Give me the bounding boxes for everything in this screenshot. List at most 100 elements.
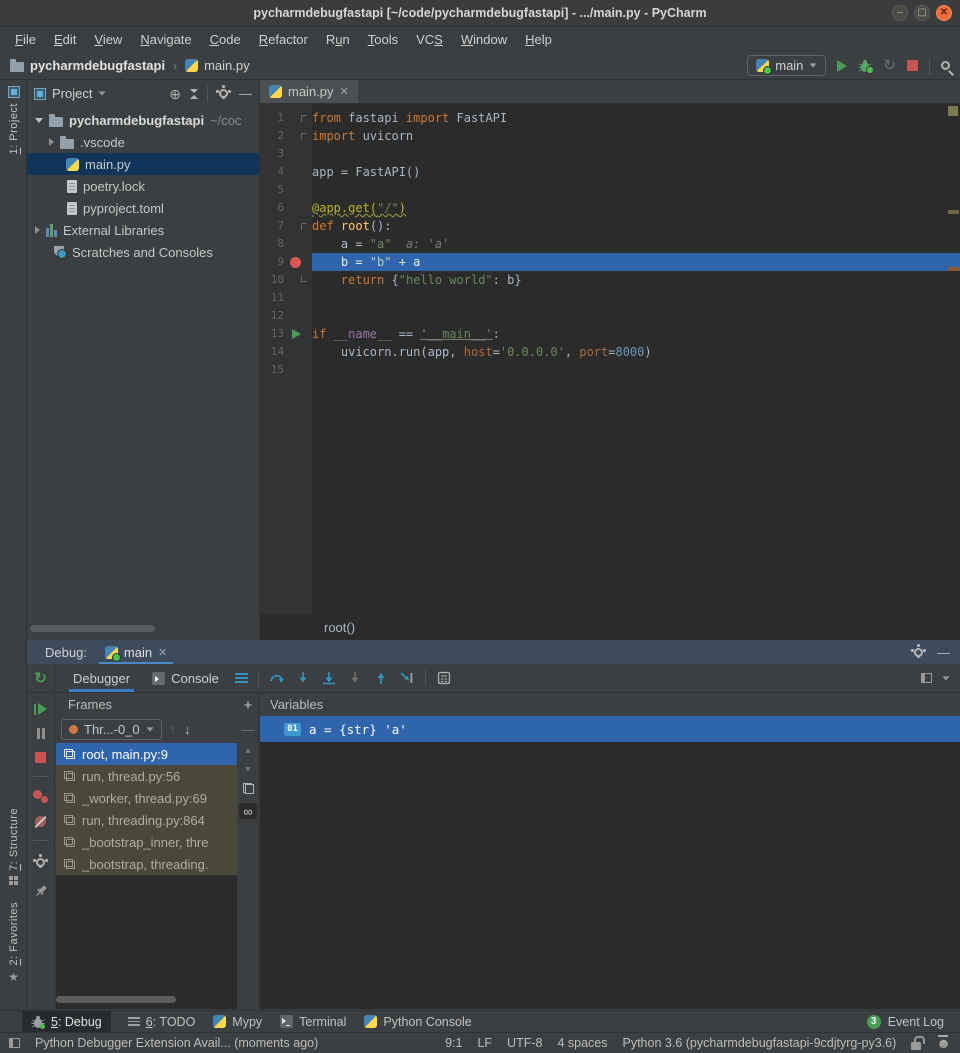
frame-row[interactable]: _worker, thread.py:69 — [56, 787, 237, 809]
run-button[interactable] — [837, 60, 847, 72]
toolwindow-debug[interactable]: 5: Debug — [22, 1011, 111, 1032]
inspection-status-icon[interactable] — [948, 106, 958, 116]
breadcrumb-project[interactable]: pycharmdebugfastapi — [30, 58, 165, 73]
stop-button[interactable] — [907, 60, 918, 71]
status-message[interactable]: Python Debugger Extension Avail... (mome… — [35, 1036, 318, 1050]
step-into-button[interactable] — [295, 670, 311, 686]
interpreter[interactable]: Python 3.6 (pycharmdebugfastapi-9cdjtyrg… — [623, 1036, 897, 1050]
close-icon[interactable]: ✕ — [158, 646, 167, 659]
add-watch-button[interactable]: + — [244, 698, 253, 713]
menu-refactor[interactable]: Refactor — [250, 32, 317, 47]
breadcrumb-file[interactable]: main.py — [204, 58, 250, 73]
tree-row-poetry-lock[interactable]: poetry.lock — [27, 175, 259, 197]
show-return-values-toggle[interactable]: ∞ — [239, 803, 257, 819]
menu-navigate[interactable]: Navigate — [131, 32, 200, 47]
stop-button[interactable] — [35, 752, 46, 763]
menu-window[interactable]: Window — [452, 32, 516, 47]
sidebar-item-project[interactable]: 1: Project — [0, 86, 27, 154]
breadcrumb-function[interactable]: root() — [324, 620, 355, 635]
next-frame-button[interactable]: ↓ — [184, 722, 191, 737]
sidebar-item-structure[interactable]: 7: Structure — [0, 808, 27, 885]
evaluate-expression-button[interactable] — [436, 670, 452, 686]
move-down-button[interactable]: ▼ — [244, 764, 253, 774]
gear-icon[interactable] — [914, 648, 923, 657]
indent-style[interactable]: 4 spaces — [557, 1036, 607, 1050]
gutter[interactable] — [284, 253, 312, 271]
code-editor[interactable]: 1from fastapi import FastAPI 2import uvi… — [260, 104, 960, 614]
tree-row-project-root[interactable]: pycharmdebugfastapi ~/coc — [27, 109, 259, 131]
tree-row-pyproject-toml[interactable]: pyproject.toml — [27, 197, 259, 219]
tab-console[interactable]: Console — [148, 664, 223, 692]
menu-tools[interactable]: Tools — [359, 32, 407, 47]
run-to-cursor-button[interactable] — [399, 670, 415, 686]
frame-row[interactable]: root, main.py:9 — [56, 743, 237, 765]
duplicate-watch-icon[interactable] — [243, 783, 254, 794]
run-configuration-select[interactable]: main — [747, 55, 826, 76]
toolwindow-mypy[interactable]: Mypy — [204, 1011, 271, 1032]
warning-stripe-mark[interactable] — [948, 210, 959, 214]
frame-row[interactable]: run, thread.py:56 — [56, 765, 237, 787]
pin-icon[interactable] — [34, 884, 48, 898]
caret-position[interactable]: 9:1 — [445, 1036, 462, 1050]
expanded-arrow-icon[interactable] — [35, 118, 43, 123]
line-separator[interactable]: LF — [477, 1036, 492, 1050]
step-into-my-code-button[interactable] — [321, 670, 337, 686]
tree-row-scratches[interactable]: Scratches and Consoles — [27, 241, 259, 263]
search-button[interactable] — [941, 61, 950, 70]
lock-icon[interactable] — [911, 1042, 921, 1050]
horizontal-scrollbar[interactable] — [56, 996, 176, 1003]
debug-button[interactable] — [858, 59, 872, 73]
fold-marker-icon[interactable] — [301, 223, 307, 230]
menu-view[interactable]: View — [85, 32, 131, 47]
view-breakpoints-button[interactable] — [33, 790, 48, 803]
layout-settings-icon[interactable] — [921, 673, 932, 683]
toolwindow-todo[interactable]: 6: TODO — [119, 1011, 205, 1032]
frame-row[interactable]: _bootstrap_inner, thre — [56, 831, 237, 853]
rerun-button[interactable]: ↻ — [34, 671, 47, 686]
coverage-button[interactable]: ↻ — [883, 58, 896, 73]
close-icon[interactable]: ✕ — [340, 85, 349, 98]
step-out-button[interactable] — [373, 670, 389, 686]
move-up-button[interactable]: ▲ — [244, 745, 253, 755]
fold-marker-icon[interactable] — [301, 275, 307, 282]
event-log-button[interactable]: 3 Event Log — [867, 1015, 960, 1029]
debug-session-tab[interactable]: main ✕ — [99, 640, 173, 664]
fold-marker-icon[interactable] — [301, 133, 307, 140]
tree-row-main-py[interactable]: main.py — [27, 153, 259, 175]
gutter[interactable] — [284, 271, 312, 289]
collapse-all-icon[interactable] — [190, 89, 198, 99]
force-step-into-button[interactable] — [347, 670, 363, 686]
hide-panel-button[interactable]: — — [937, 645, 950, 660]
sidebar-item-favorites[interactable]: 2: Favorites ★ — [0, 902, 27, 984]
tree-row-vscode[interactable]: .vscode — [27, 131, 259, 153]
toolwindow-python-console[interactable]: Python Console — [355, 1011, 480, 1032]
previous-frame-button[interactable]: ↑ — [170, 722, 177, 737]
breakpoint-icon[interactable] — [290, 257, 301, 268]
gutter[interactable] — [284, 127, 312, 145]
menu-help[interactable]: Help — [516, 32, 561, 47]
project-panel-title[interactable]: Project — [52, 86, 92, 101]
frame-row[interactable]: run, threading.py:864 — [56, 809, 237, 831]
hide-panel-button[interactable]: — — [239, 86, 252, 101]
variable-row[interactable]: 01 a = {str} 'a' — [260, 716, 960, 742]
collapsed-arrow-icon[interactable] — [49, 138, 54, 146]
editor-tab-main-py[interactable]: main.py ✕ — [260, 80, 358, 103]
chevron-down-icon[interactable] — [943, 676, 950, 680]
fold-marker-icon[interactable] — [301, 115, 307, 122]
horizontal-scrollbar[interactable] — [30, 625, 155, 632]
mute-breakpoints-button[interactable] — [35, 816, 46, 827]
inspections-profile-icon[interactable]: ☻ — [936, 1035, 951, 1051]
window-minimize-button[interactable]: – — [892, 5, 908, 21]
toolwindow-toggle-icon[interactable] — [9, 1038, 20, 1048]
thread-selector[interactable]: Thr...-0_0 — [61, 719, 162, 740]
gutter[interactable] — [284, 325, 312, 343]
gutter[interactable] — [284, 217, 312, 235]
view-options-icon[interactable] — [235, 673, 248, 683]
step-over-button[interactable] — [269, 670, 285, 686]
collapsed-arrow-icon[interactable] — [35, 226, 40, 234]
menu-file[interactable]: File — [6, 32, 45, 47]
locate-file-icon[interactable]: ⊕ — [169, 87, 181, 101]
chevron-down-icon[interactable] — [99, 91, 106, 95]
toolwindow-terminal[interactable]: Terminal — [271, 1011, 355, 1032]
tree-row-external-libraries[interactable]: External Libraries — [27, 219, 259, 241]
